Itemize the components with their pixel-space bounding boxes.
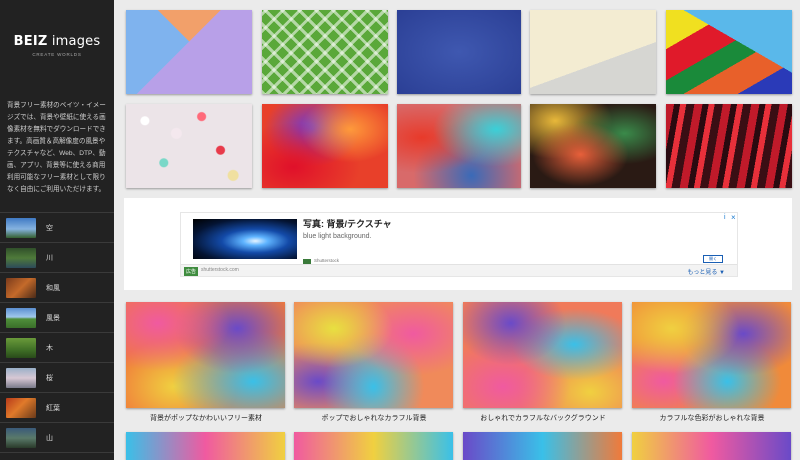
category-item-landscape[interactable]: 風景 — [0, 303, 114, 333]
category-item-sky[interactable]: 空 — [0, 213, 114, 243]
featured-caption[interactable]: 背景がポップなかわいいフリー素材 — [126, 413, 286, 423]
category-thumbnail — [6, 367, 36, 388]
site-title: BEIZ images — [13, 34, 101, 49]
featured-image-tile[interactable] — [632, 302, 791, 408]
category-item-river[interactable]: 川 — [0, 243, 114, 273]
image-tile[interactable] — [632, 432, 791, 460]
ad-label: 広告 — [184, 267, 199, 276]
image-tile[interactable] — [530, 10, 656, 94]
featured-caption[interactable]: おしゃれでカラフルなバックグラウンド — [463, 413, 623, 423]
ad-open-button[interactable]: 開く — [703, 255, 723, 263]
featured-image-tile[interactable] — [294, 302, 453, 408]
image-tile[interactable] — [126, 432, 285, 460]
ad-footer: 広告 shutterstock.com もっと見る ▼ — [181, 264, 737, 276]
category-label: 風景 — [46, 314, 60, 322]
ad-close-icon[interactable]: × — [731, 213, 736, 222]
category-thumbnail — [6, 307, 36, 328]
featured-caption[interactable]: カラフルな色彩がおしゃれな背景 — [632, 413, 792, 423]
category-label: 木 — [46, 344, 53, 352]
category-thumbnail — [6, 427, 36, 448]
image-tile[interactable] — [463, 432, 622, 460]
sidebar: BEIZ images CREATE WORLDS 背景フリー素材のベイツ・イメ… — [0, 0, 114, 460]
category-item-mountain[interactable]: 山 — [0, 423, 114, 453]
category-thumbnail — [6, 247, 36, 268]
category-label: 山 — [46, 434, 53, 442]
category-thumbnail — [6, 277, 36, 298]
category-label: 川 — [46, 254, 53, 262]
image-tile[interactable] — [397, 104, 521, 188]
image-tile[interactable] — [294, 432, 453, 460]
category-label: 和風 — [46, 284, 60, 292]
image-tile[interactable] — [126, 10, 252, 94]
featured-image-tile[interactable] — [126, 302, 285, 408]
ad-info-icon[interactable]: i — [724, 214, 726, 221]
category-label: 桜 — [46, 374, 53, 382]
site-logo[interactable]: BEIZ images CREATE WORLDS — [0, 34, 114, 57]
ad-image[interactable] — [193, 219, 297, 259]
category-thumbnail — [6, 337, 36, 358]
category-thumbnail — [6, 217, 36, 238]
image-tile[interactable] — [126, 104, 252, 188]
category-label: 空 — [46, 224, 53, 232]
category-label: 紅葉 — [46, 404, 60, 412]
image-tile[interactable] — [666, 104, 792, 188]
ad-more-link[interactable]: もっと見る ▼ — [687, 267, 725, 276]
site-tagline: CREATE WORLDS — [32, 52, 82, 57]
ad-title[interactable]: 写真: 背景/テクスチャ — [303, 217, 392, 230]
category-item-sakura[interactable]: 桜 — [0, 363, 114, 393]
image-tile[interactable] — [666, 10, 792, 94]
image-tile[interactable] — [397, 10, 521, 94]
ad-brand-name: Shutterstock — [314, 258, 340, 263]
category-thumbnail — [6, 397, 36, 418]
image-tile[interactable] — [262, 104, 388, 188]
category-item-autumn-leaves[interactable]: 紅葉 — [0, 393, 114, 423]
featured-caption[interactable]: ポップでおしゃれなカラフル背景 — [294, 413, 454, 423]
image-tile[interactable] — [262, 10, 388, 94]
ad-url[interactable]: shutterstock.com — [201, 267, 239, 273]
ad-image-frame — [181, 213, 301, 265]
category-list: 空 川 和風 風景 木 桜 紅葉 山 — [0, 212, 114, 453]
category-item-tree[interactable]: 木 — [0, 333, 114, 363]
site-intro-text: 背景フリー素材のベイツ・イメージズでは、背景や壁紙に使える画像素材を無料でダウン… — [7, 102, 106, 193]
ad-description: blue light background. — [303, 233, 372, 240]
category-item-japanese[interactable]: 和風 — [0, 273, 114, 303]
featured-image-tile[interactable] — [463, 302, 622, 408]
image-tile[interactable] — [530, 104, 656, 188]
ad-box[interactable]: 写真: 背景/テクスチャ blue light background. Shut… — [180, 212, 738, 277]
